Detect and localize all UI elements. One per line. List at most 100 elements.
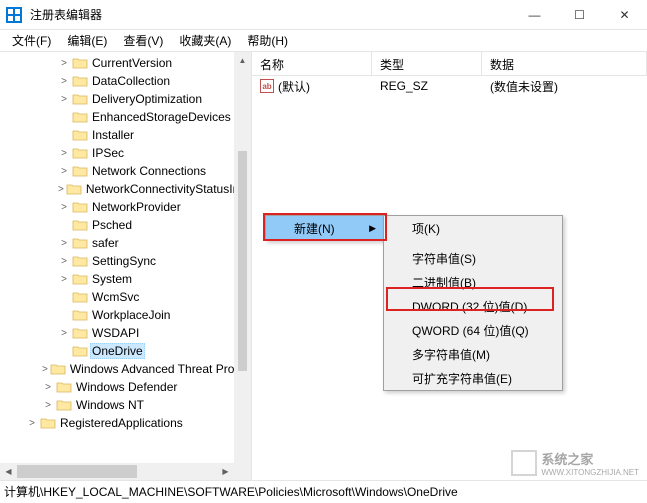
tree-node[interactable]: > Network Connections [0, 162, 251, 180]
maximize-button[interactable]: ☐ [557, 0, 602, 30]
folder-icon [72, 290, 88, 304]
tree-node[interactable]: WcmSvc [0, 288, 251, 306]
ctx-qword[interactable]: QWORD (64 位)值(Q) [384, 318, 562, 342]
expander-icon[interactable]: > [42, 400, 54, 411]
menu-bar: 文件(F) 编辑(E) 查看(V) 收藏夹(A) 帮助(H) [0, 30, 647, 52]
ctx-binary[interactable]: 二进制值(B) [384, 270, 562, 294]
menu-edit[interactable]: 编辑(E) [59, 30, 115, 51]
tree-node[interactable]: > NetworkProvider [0, 198, 251, 216]
context-new[interactable]: 新建(N) ▶ [266, 216, 384, 240]
folder-icon [56, 398, 72, 412]
folder-icon [72, 344, 88, 358]
expander-icon[interactable]: > [42, 382, 54, 393]
folder-icon [72, 92, 88, 106]
tree-label: RegisteredApplications [58, 416, 185, 430]
tree-label: OneDrive [90, 343, 145, 359]
expander-icon[interactable]: > [58, 184, 64, 195]
tree-node[interactable]: Installer [0, 126, 251, 144]
folder-icon [72, 326, 88, 340]
app-icon [6, 7, 22, 23]
scroll-left-icon[interactable]: ◀ [0, 463, 17, 480]
column-type[interactable]: 类型 [372, 52, 482, 75]
tree-node[interactable]: >Windows Advanced Threat Protection [0, 360, 251, 378]
expander-icon[interactable]: > [58, 94, 70, 105]
scroll-right-icon[interactable]: ▶ [217, 463, 234, 480]
tree-vertical-scrollbar[interactable]: ▲ ▼ [234, 52, 251, 480]
scroll-up-icon[interactable]: ▲ [234, 52, 251, 69]
ctx-string[interactable]: 字符串值(S) [384, 246, 562, 270]
tree-node[interactable]: >SettingSync [0, 252, 251, 270]
tree-node[interactable]: > Windows NT [0, 396, 251, 414]
folder-icon [72, 56, 88, 70]
menu-favorites[interactable]: 收藏夹(A) [171, 30, 239, 51]
list-row[interactable]: ab (默认) REG_SZ (数值未设置) [252, 76, 647, 96]
tree-node[interactable]: > Windows Defender [0, 378, 251, 396]
context-submenu-new: 项(K) 字符串值(S) 二进制值(B) DWORD (32 位)值(D) QW… [383, 215, 563, 391]
menu-help[interactable]: 帮助(H) [239, 30, 296, 51]
minimize-button[interactable]: — [512, 0, 557, 30]
expander-icon[interactable]: > [58, 166, 70, 177]
folder-icon [50, 362, 66, 376]
tree-node[interactable]: > IPSec [0, 144, 251, 162]
tree-node[interactable]: > NetworkConnectivityStatusIndicator [0, 180, 251, 198]
tree-label: System [90, 272, 134, 286]
context-menu: 新建(N) ▶ [265, 215, 385, 241]
tree-label: Installer [90, 128, 136, 142]
ctx-multistring[interactable]: 多字符串值(M) [384, 342, 562, 366]
tree-label: Windows NT [74, 398, 146, 412]
tree-node[interactable]: WorkplaceJoin [0, 306, 251, 324]
tree-node[interactable]: >DataCollection [0, 72, 251, 90]
menu-file[interactable]: 文件(F) [4, 30, 59, 51]
menu-view[interactable]: 查看(V) [115, 30, 171, 51]
column-data[interactable]: 数据 [482, 52, 647, 75]
tree-label: WcmSvc [90, 290, 141, 304]
window-title: 注册表编辑器 [30, 6, 512, 23]
expander-icon[interactable]: > [58, 58, 70, 69]
column-name[interactable]: 名称 [252, 52, 372, 75]
tree-node[interactable]: >safer [0, 234, 251, 252]
status-bar: 计算机\HKEY_LOCAL_MACHINE\SOFTWARE\Policies… [0, 480, 647, 502]
expander-icon[interactable]: > [42, 364, 48, 375]
folder-icon [72, 272, 88, 286]
expander-icon[interactable]: > [58, 148, 70, 159]
ctx-expandstring[interactable]: 可扩充字符串值(E) [384, 366, 562, 390]
tree-node[interactable]: EnhancedStorageDevices [0, 108, 251, 126]
tree-node[interactable]: >CurrentVersion [0, 54, 251, 72]
ctx-dword[interactable]: DWORD (32 位)值(D) [384, 294, 562, 318]
tree-horizontal-scrollbar[interactable]: ◀ ▶ [0, 463, 234, 480]
tree-label: Windows Defender [74, 380, 179, 394]
tree-label: NetworkProvider [90, 200, 183, 214]
tree-label: WSDAPI [90, 326, 141, 340]
folder-icon [72, 308, 88, 322]
expander-icon[interactable]: > [58, 256, 70, 267]
expander-icon[interactable]: > [58, 328, 70, 339]
expander-icon[interactable]: > [58, 238, 70, 249]
tree-node[interactable]: > RegisteredApplications [0, 414, 251, 432]
folder-icon [72, 110, 88, 124]
tree-label: EnhancedStorageDevices [90, 110, 233, 124]
value-type: REG_SZ [372, 79, 482, 93]
tree-label: NetworkConnectivityStatusIndicator [84, 182, 251, 196]
folder-icon [40, 416, 56, 430]
tree-node[interactable]: Psched [0, 216, 251, 234]
tree-pane: >CurrentVersion>DataCollection>DeliveryO… [0, 52, 252, 480]
tree-node[interactable]: > DeliveryOptimization [0, 90, 251, 108]
close-button[interactable]: ✕ [602, 0, 647, 30]
string-value-icon: ab [260, 79, 274, 93]
tree-node[interactable]: > System [0, 270, 251, 288]
value-data: (数值未设置) [482, 78, 566, 95]
folder-icon [72, 128, 88, 142]
expander-icon[interactable]: > [58, 274, 70, 285]
list-header: 名称 类型 数据 [252, 52, 647, 76]
expander-icon[interactable]: > [58, 76, 70, 87]
tree-node[interactable]: OneDrive [0, 342, 251, 360]
expander-icon[interactable]: > [26, 418, 38, 429]
tree-label: IPSec [90, 146, 126, 160]
ctx-key[interactable]: 项(K) [384, 216, 562, 240]
expander-icon[interactable]: > [58, 202, 70, 213]
tree-label: Network Connections [90, 164, 208, 178]
tree-node[interactable]: > WSDAPI [0, 324, 251, 342]
title-bar: 注册表编辑器 — ☐ ✕ [0, 0, 647, 30]
tree-label: DeliveryOptimization [90, 92, 204, 106]
tree-label: Psched [90, 218, 134, 232]
